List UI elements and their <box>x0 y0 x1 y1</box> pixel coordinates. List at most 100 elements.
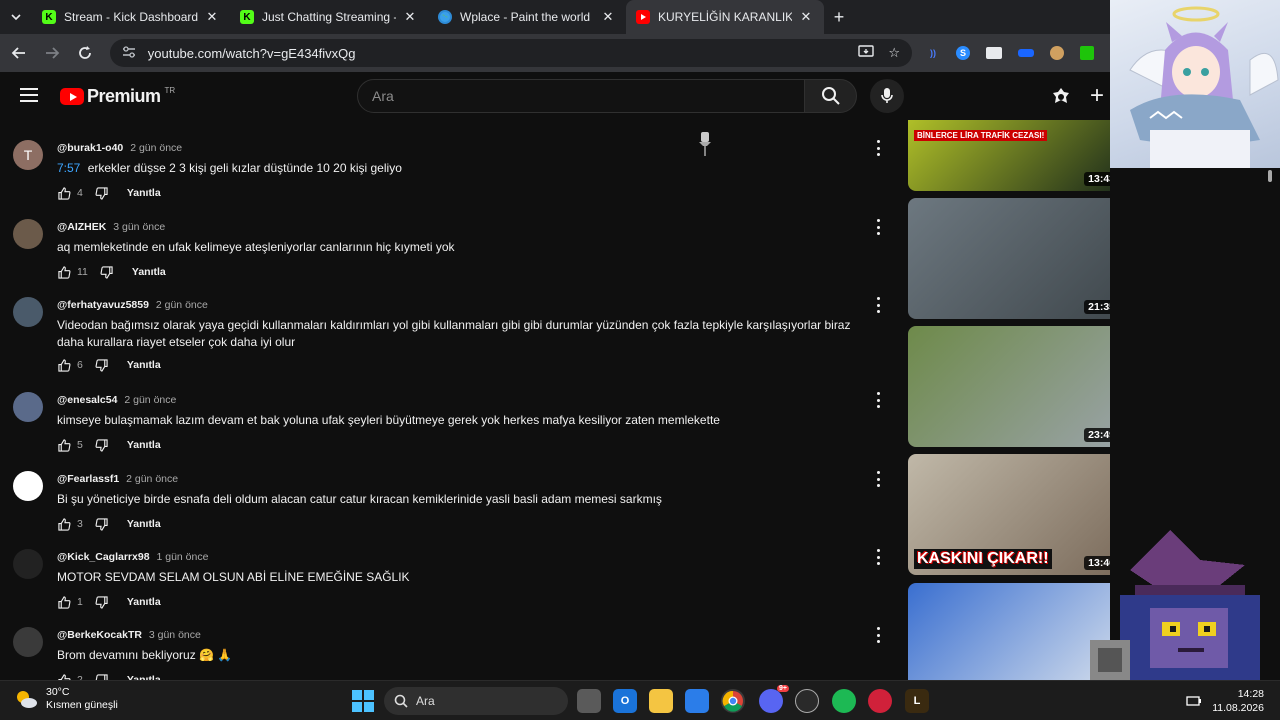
extension-glasses-icon[interactable] <box>1017 49 1034 57</box>
comment-time[interactable]: 3 gün önce <box>113 221 165 233</box>
tab-kick-dashboard[interactable]: K Stream - Kick Dashboard ✕ <box>32 0 230 34</box>
avatar[interactable] <box>13 297 43 327</box>
microsoft-store-icon[interactable] <box>685 689 709 713</box>
comment-more-icon[interactable] <box>874 219 882 235</box>
dislike-thumb-down-icon[interactable] <box>95 358 109 372</box>
comment-author[interactable]: @AIZHEK <box>57 221 106 233</box>
dislike-thumb-down-icon[interactable] <box>95 673 109 680</box>
like-thumb-up-icon[interactable] <box>57 673 71 680</box>
comment-author[interactable]: @Kick_Caglarrx98 <box>57 551 150 563</box>
comment-more-icon[interactable] <box>874 627 882 643</box>
address-bar[interactable]: youtube.com/watch?v=gE434fivxQg ☆ <box>109 39 912 67</box>
tab-close-icon[interactable]: ✕ <box>600 9 616 25</box>
like-thumb-up-icon[interactable] <box>57 186 71 200</box>
video-thumbnail[interactable]: BİNLERCE LİRA TRAFİK CEZASI! 13:43 <box>908 120 1110 191</box>
back-arrow-icon[interactable] <box>4 38 33 68</box>
comment-more-icon[interactable] <box>874 140 882 156</box>
comment-time[interactable]: 2 gün önce <box>130 142 182 154</box>
comment-more-icon[interactable] <box>874 549 882 565</box>
reply-button[interactable]: Yanıtla <box>127 518 161 530</box>
reload-icon[interactable] <box>71 38 100 68</box>
spotify-icon[interactable] <box>832 689 856 713</box>
taskbar-clock[interactable]: 14:28 11.08.2026 <box>1208 687 1264 715</box>
reply-button[interactable]: Yanıtla <box>127 359 161 371</box>
comment-author[interactable]: @ferhatyavuz5859 <box>57 299 149 311</box>
bookmark-star-icon[interactable]: ☆ <box>888 45 900 61</box>
comment-author[interactable]: @Fearlassf1 <box>57 473 119 485</box>
reply-button[interactable]: Yanıtla <box>127 187 161 199</box>
search-button[interactable] <box>804 79 857 113</box>
comment-more-icon[interactable] <box>874 297 882 313</box>
windows-start-icon[interactable] <box>352 690 374 712</box>
avatar[interactable] <box>13 219 43 249</box>
dislike-thumb-down-icon[interactable] <box>95 186 109 200</box>
video-thumbnail[interactable]: 21:35 <box>908 198 1110 319</box>
file-explorer-icon[interactable] <box>649 689 673 713</box>
extension-window-icon[interactable] <box>985 47 1002 59</box>
search-box[interactable] <box>357 79 805 113</box>
comment-more-icon[interactable] <box>874 471 882 487</box>
app-red-icon[interactable] <box>868 689 892 713</box>
tab-youtube-video[interactable]: KURYELİĞİN KARANLIK YÜZÜ: M ✕ <box>626 0 824 34</box>
comment-time[interactable]: 2 gün önce <box>156 299 208 311</box>
discord-icon[interactable]: 9+ <box>759 685 789 713</box>
new-tab-plus-icon[interactable]: + <box>824 0 854 34</box>
avatar[interactable] <box>13 471 43 501</box>
site-settings-icon[interactable] <box>122 45 136 61</box>
outlook-icon[interactable]: O <box>613 689 637 713</box>
reply-button[interactable]: Yanıtla <box>127 439 161 451</box>
comment-time[interactable]: 2 gün önce <box>126 473 178 485</box>
obs-icon[interactable] <box>795 689 819 713</box>
like-thumb-up-icon[interactable] <box>57 517 71 531</box>
comment-time[interactable]: 1 gün önce <box>156 551 208 563</box>
comment-author[interactable]: @BerkeKocakTR <box>57 629 142 641</box>
youtube-premium-logo[interactable]: Premium TR <box>60 86 175 107</box>
comment-more-icon[interactable] <box>874 392 882 408</box>
tab-wplace[interactable]: Wplace - Paint the world ✕ <box>428 0 626 34</box>
menu-hamburger-icon[interactable] <box>20 88 38 102</box>
extension-shazam-icon[interactable]: S <box>955 46 970 60</box>
reply-button[interactable]: Yanıtla <box>127 596 161 608</box>
forward-arrow-icon[interactable] <box>37 38 66 68</box>
tab-search-chevron-icon[interactable] <box>0 0 32 34</box>
tab-close-icon[interactable]: ✕ <box>402 9 418 25</box>
taskbar-search[interactable]: Ara <box>384 687 568 715</box>
reply-button[interactable]: Yanıtla <box>132 266 166 278</box>
dislike-thumb-down-icon[interactable] <box>95 438 109 452</box>
comment-author[interactable]: @enesalc54 <box>57 394 117 406</box>
comment-timestamp-link[interactable]: 7:57 <box>57 161 80 175</box>
like-thumb-up-icon[interactable] <box>57 438 71 452</box>
dislike-thumb-down-icon[interactable] <box>95 517 109 531</box>
install-app-icon[interactable] <box>858 44 875 62</box>
tab-kick-just-chatting[interactable]: K Just Chatting Streaming - Live S ✕ <box>230 0 428 34</box>
extension-green-icon[interactable] <box>1079 46 1094 60</box>
chrome-icon[interactable] <box>721 689 745 713</box>
comment-header: @burak1-o40 2 gün önce <box>57 142 182 154</box>
extension-wave-icon[interactable]: )) <box>926 46 940 60</box>
avatar[interactable]: T <box>13 140 43 170</box>
league-icon[interactable]: L <box>905 689 929 713</box>
avatar[interactable] <box>13 549 43 579</box>
comment-time[interactable]: 2 gün önce <box>124 394 176 406</box>
create-plus-icon[interactable]: + <box>1086 82 1108 109</box>
like-thumb-up-icon[interactable] <box>57 358 71 372</box>
search-input[interactable] <box>372 88 804 104</box>
dislike-thumb-down-icon[interactable] <box>95 595 109 609</box>
avatar[interactable] <box>13 627 43 657</box>
dislike-thumb-down-icon[interactable] <box>100 265 114 279</box>
create-video-icon[interactable] <box>1050 86 1072 108</box>
task-view-icon[interactable] <box>577 689 601 713</box>
like-thumb-up-icon[interactable] <box>57 595 71 609</box>
like-thumb-up-icon[interactable] <box>57 265 71 279</box>
system-tray-icon[interactable] <box>1182 689 1206 713</box>
avatar[interactable] <box>13 392 43 422</box>
tab-close-icon[interactable]: ✕ <box>204 9 220 25</box>
video-thumbnail[interactable]: 23:49 <box>908 326 1110 447</box>
comment-author[interactable]: @burak1-o40 <box>57 142 123 154</box>
extension-face-icon[interactable] <box>1049 46 1064 60</box>
comment-time[interactable]: 3 gün önce <box>149 629 201 641</box>
page-scrollbar-thumb[interactable] <box>1268 170 1272 182</box>
tab-close-icon[interactable]: ✕ <box>798 9 814 25</box>
voice-search-mic-icon[interactable] <box>870 79 904 113</box>
weather-widget[interactable]: 30°C Kısmen güneşli <box>14 686 118 712</box>
